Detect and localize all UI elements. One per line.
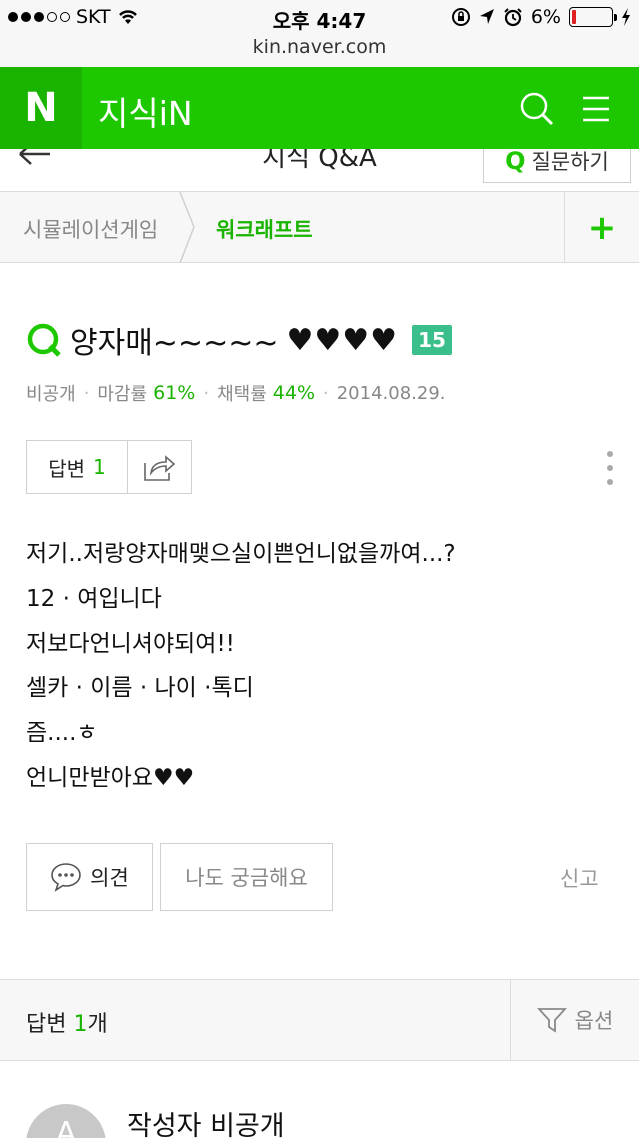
answers-header: 답변 1개 옵션	[0, 979, 639, 1061]
author-name: 작성자 비공개	[127, 1111, 285, 1138]
report-link[interactable]: 신고	[560, 863, 599, 893]
question-title-text: 양자매~~~~~	[70, 326, 279, 361]
breadcrumb-current[interactable]: 워크래프트	[216, 214, 313, 244]
me-too-curious-button[interactable]: 나도 궁금해요	[160, 843, 333, 911]
question-body-line: 셀카 · 이름 · 나이 ·톡디	[26, 675, 254, 702]
opinion-label: 의견	[90, 866, 129, 890]
answer-count-value: 1	[93, 455, 106, 479]
level-badge: 15	[412, 325, 453, 355]
sub-header: 지식 Q&A Q 질문하기	[0, 149, 639, 192]
question-body: 저기..저랑양자매맺으실이쁜언니없을까여...? 12 · 여입니다 저보다언니…	[26, 532, 456, 801]
share-button[interactable]	[128, 441, 191, 493]
question-body-line: 저보다언니셔야되여!!	[26, 630, 235, 657]
charging-icon	[622, 8, 630, 26]
question-body-line: 12 · 여입니다	[26, 585, 162, 612]
breadcrumb: 시뮬레이션게임 워크래프트 +	[0, 192, 639, 263]
menu-icon[interactable]	[576, 89, 616, 129]
close-rate-value: 61%	[153, 382, 196, 404]
avatar: A	[26, 1104, 106, 1138]
question-meta: 비공개 · 마감률 61% · 채택률 44% · 2014.08.29.	[26, 382, 446, 405]
question-title-hearts: ♥♥♥♥	[286, 322, 399, 358]
status-right: 6%	[451, 6, 631, 28]
search-icon[interactable]	[516, 89, 556, 129]
options-button[interactable]: 옵션	[510, 980, 639, 1060]
adopt-rate-label: 채택률	[217, 384, 267, 405]
site-title[interactable]: 지식iN	[98, 87, 193, 135]
answer-author: A 작성자 비공개	[0, 1061, 639, 1138]
question-actions: 의견 나도 궁금해요 신고	[0, 843, 639, 911]
question-body-line: 언니만받아요♥♥	[26, 764, 195, 791]
url-bar[interactable]: kin.naver.com	[0, 36, 639, 67]
ask-question-button[interactable]: Q 질문하기	[483, 149, 631, 183]
q-icon: Q	[505, 149, 526, 175]
naver-logo[interactable]: N	[0, 67, 82, 149]
chevron-right-icon	[179, 192, 195, 263]
breadcrumb-parent[interactable]: 시뮬레이션게임	[23, 214, 158, 244]
answers-count-value: 1	[73, 1012, 88, 1037]
more-options-icon[interactable]	[604, 448, 616, 488]
answer-share-group: 답변 1	[26, 440, 192, 494]
close-rate-label: 마감률	[97, 384, 148, 405]
battery-icon	[569, 7, 617, 27]
adopt-rate-value: 44%	[272, 382, 315, 404]
question-q-icon	[27, 323, 61, 357]
answer-count-button[interactable]: 답변 1	[27, 441, 128, 493]
status-bar: SKT 오후 4:47 6%	[0, 0, 639, 36]
filter-icon	[536, 1008, 567, 1033]
alarm-icon	[504, 8, 522, 27]
answer-count-label: 답변	[48, 456, 86, 481]
question-title: 양자매~~~~~ ♥♥♥♥ 15	[26, 318, 453, 362]
question-date: 2014.08.29.	[336, 382, 446, 404]
location-icon	[479, 9, 494, 24]
options-label: 옵션	[574, 1009, 614, 1033]
rotation-lock-icon	[451, 8, 470, 26]
ask-question-label: 질문하기	[531, 150, 609, 174]
battery-percent: 6%	[530, 6, 561, 28]
answers-count: 답변 1개	[26, 1012, 108, 1037]
question-body-line: 저기..저랑양자매맺으실이쁜언니없을까여...?	[26, 541, 456, 567]
add-category-button[interactable]: +	[564, 192, 639, 263]
speech-bubble-icon	[51, 863, 81, 892]
app-header: N 지식iN	[0, 67, 639, 149]
opinion-button[interactable]: 의견	[26, 843, 153, 911]
question-body-line: 즘....ㅎ	[26, 720, 98, 747]
share-icon	[143, 455, 175, 481]
visibility-label: 비공개	[26, 384, 76, 405]
